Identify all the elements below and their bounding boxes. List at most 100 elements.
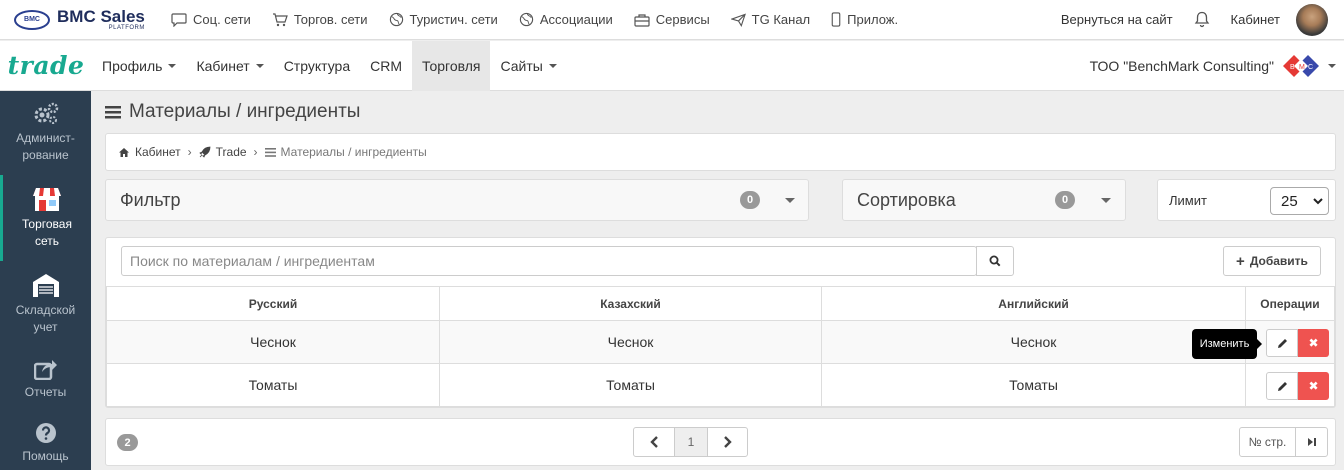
limit-value: 25 (1281, 192, 1298, 210)
top-nav-services[interactable]: Сервисы (634, 12, 710, 27)
table-header-row: Русский Казахский Английский Операции (106, 286, 1335, 321)
top-nav-social-label: Соц. сети (193, 12, 251, 27)
caret-down-icon (168, 63, 177, 68)
sidebar-item-admin-label: Админист-рование (16, 131, 75, 162)
nav-crm-label: CRM (370, 57, 402, 74)
top-nav-apps[interactable]: Прилож. (831, 12, 898, 27)
bmc-logo-mark: BMC (14, 9, 50, 30)
top-nav: Соц. сети Торгов. сети Туристич. сети Ас… (171, 12, 919, 27)
table-row[interactable]: Чеснок Чеснок Чеснок Изменить ✖ (106, 320, 1335, 364)
top-nav-tourism[interactable]: Туристич. сети (389, 12, 498, 27)
shop-icon (33, 188, 61, 211)
cell-russian: Чеснок (106, 320, 440, 364)
sidebar-item-reports[interactable]: Отчеты (0, 347, 91, 411)
add-button[interactable]: + Добавить (1223, 246, 1321, 276)
globe-icon (519, 12, 533, 27)
company-logo: B M C (1283, 54, 1319, 77)
filter-label: Фильтр (120, 189, 181, 210)
back-to-site-link[interactable]: Вернуться на сайт (1061, 12, 1173, 27)
last-page-button[interactable] (1295, 427, 1328, 457)
top-nav-telegram[interactable]: TG Канал (730, 12, 810, 27)
briefcase-icon (634, 13, 650, 27)
sidebar-item-help-label: Помощь (22, 448, 69, 463)
column-header-kazakh[interactable]: Казахский (439, 286, 822, 321)
page-number-input[interactable]: № стр. (1239, 427, 1296, 457)
sidebar-item-warehouse[interactable]: Складской учет (0, 261, 91, 347)
company-name: ТОО "BenchMark Consulting" (1089, 57, 1274, 74)
company-logo-letter-b: B (1290, 64, 1295, 71)
nav-sites[interactable]: Сайты (490, 41, 566, 91)
prev-page-button[interactable] (633, 427, 675, 457)
breadcrumb-separator: › (187, 145, 192, 159)
company-logo-letter-m: M (1299, 64, 1305, 71)
chevron-down-icon (785, 198, 795, 203)
top-nav-associations[interactable]: Ассоциации (519, 12, 613, 27)
breadcrumb-separator: › (253, 145, 258, 159)
chevron-right-icon (724, 436, 732, 448)
nav-cabinet-label: Кабинет (196, 57, 250, 74)
add-button-label: Добавить (1249, 254, 1308, 268)
nav-trade[interactable]: Торговля (412, 40, 491, 91)
caret-down-icon (548, 63, 557, 68)
chevron-left-icon (649, 436, 658, 448)
nav-structure[interactable]: Структура (274, 41, 360, 91)
total-count-badge: 2 (117, 434, 138, 451)
top-nav-associations-label: Ассоциации (539, 12, 613, 27)
bmc-logo[interactable]: BMC BMC Sales PLATFORM (14, 8, 164, 31)
breadcrumb-cabinet[interactable]: Кабинет (135, 145, 181, 159)
breadcrumb-trade[interactable]: Trade (216, 145, 247, 159)
cell-english: Томаты (821, 363, 1246, 407)
top-nav-retail-label: Торгов. сети (293, 12, 368, 27)
cell-operations: ✖ (1245, 363, 1335, 407)
search-input[interactable]: Поиск по материалам / ингредиентам (121, 246, 977, 276)
pencil-icon (1277, 338, 1287, 348)
nav-cabinet[interactable]: Кабинет (186, 41, 273, 91)
sidebar-item-retail[interactable]: Торговая сеть (0, 175, 91, 261)
sidebar-item-help[interactable]: Помощь (0, 411, 91, 470)
home-icon (119, 147, 129, 157)
nav-crm[interactable]: CRM (360, 41, 412, 91)
company-selector[interactable]: ТОО "BenchMark Consulting" B M C (1090, 54, 1336, 78)
cabinet-link[interactable]: Кабинет (1231, 12, 1280, 27)
limit-panel: Лимит 25 (1157, 179, 1336, 221)
plus-icon: + (1236, 252, 1245, 270)
nav-profile[interactable]: Профиль (92, 41, 186, 91)
bell-icon[interactable] (1194, 11, 1210, 28)
sidebar-item-admin[interactable]: Админист-рование (0, 91, 91, 175)
brand-logo[interactable]: trade (0, 51, 92, 80)
delete-button[interactable]: ✖ (1298, 372, 1329, 400)
list-icon (105, 105, 121, 119)
help-icon (35, 422, 56, 443)
main-navbar: trade Профиль Кабинет Структура CRM Торг… (0, 40, 1344, 91)
column-header-english[interactable]: Английский (821, 286, 1246, 321)
pagination-bar: 2 1 № стр. (105, 418, 1336, 466)
column-header-operations: Операции (1245, 286, 1335, 321)
list-icon (264, 147, 276, 157)
sort-panel-header[interactable]: Сортировка 0 (842, 179, 1126, 221)
search-button[interactable] (976, 246, 1014, 276)
edit-button[interactable] (1266, 329, 1298, 357)
sidebar: Админист-рование Торговая сеть Складской… (0, 91, 91, 470)
logo-title: BMC Sales (57, 7, 145, 26)
materials-card: Поиск по материалам / ингредиентам + Доб… (105, 237, 1336, 408)
top-nav-apps-label: Прилож. (847, 12, 899, 27)
top-nav-retail[interactable]: Торгов. сети (272, 12, 368, 27)
breadcrumb: Кабинет › Trade › Материалы / ингредиент… (105, 133, 1336, 171)
nav-structure-label: Структура (283, 57, 351, 74)
filter-panel-header[interactable]: Фильтр 0 (105, 179, 809, 221)
rocket-icon (198, 146, 211, 158)
next-page-button[interactable] (707, 427, 748, 457)
edit-button[interactable] (1266, 372, 1298, 400)
column-header-russian[interactable]: Русский (106, 286, 440, 321)
main-content: Материалы / ингредиенты Кабинет › Trade … (105, 91, 1336, 466)
avatar[interactable] (1296, 3, 1328, 36)
materials-table: Русский Казахский Английский Операции Че… (106, 286, 1335, 407)
delete-button[interactable]: ✖ (1298, 329, 1329, 357)
step-forward-icon (1307, 438, 1316, 446)
cell-english: Чеснок (821, 320, 1246, 364)
table-row[interactable]: Томаты Томаты Томаты ✖ (106, 363, 1335, 407)
top-nav-social[interactable]: Соц. сети (171, 12, 251, 27)
current-page-button[interactable]: 1 (674, 427, 708, 457)
page-title: Материалы / ингредиенты (129, 101, 361, 122)
limit-select[interactable]: 25 (1270, 187, 1329, 215)
